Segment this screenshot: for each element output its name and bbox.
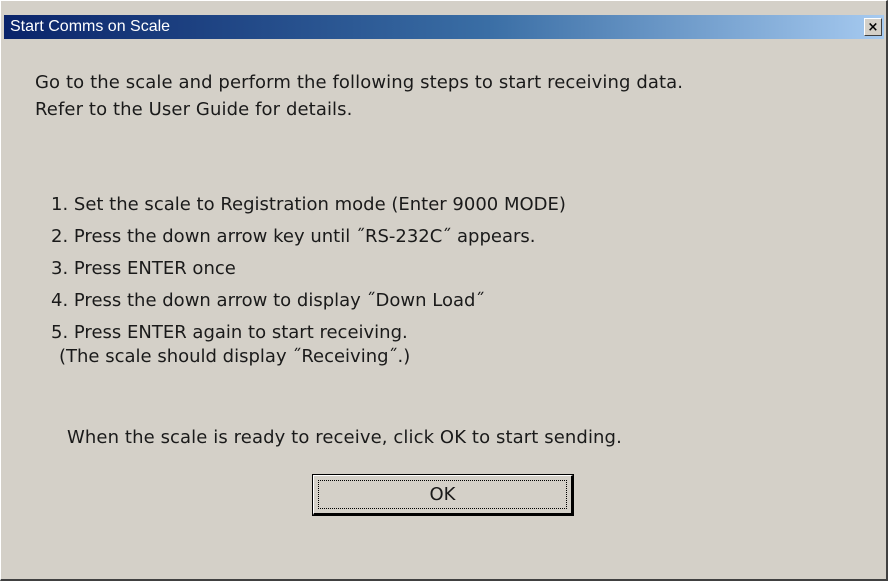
step-2: 2. Press the down arrow key until ˝RS-23…: [51, 226, 536, 247]
ok-button[interactable]: OK: [312, 474, 574, 516]
step-1: 1. Set the scale to Registration mode (E…: [51, 194, 566, 215]
window-title: Start Comms on Scale: [10, 18, 171, 35]
ok-focus-rect: OK: [318, 480, 567, 509]
steps-list: 1. Set the scale to Registration mode (E…: [51, 193, 566, 375]
step-5-text: 5. Press ENTER again to start receiving.: [51, 322, 408, 343]
title-bar[interactable]: Start Comms on Scale ×: [4, 15, 884, 39]
ok-label: OK: [429, 484, 456, 505]
step-3: 3. Press ENTER once: [51, 258, 236, 279]
close-button[interactable]: ×: [864, 18, 882, 36]
ready-instruction: When the scale is ready to receive, clic…: [67, 427, 622, 448]
dialog-window: Start Comms on Scale × Go to the scale a…: [0, 0, 888, 581]
intro-line-1: Go to the scale and perform the followin…: [35, 72, 684, 93]
step-5: 5. Press ENTER again to start receiving.…: [51, 321, 566, 375]
close-icon: ×: [867, 19, 879, 35]
step-4: 4. Press the down arrow to display ˝Down…: [51, 290, 485, 311]
intro-line-2: Refer to the User Guide for details.: [35, 99, 353, 120]
intro-text: Go to the scale and perform the followin…: [35, 69, 855, 123]
step-5-note: (The scale should display ˝Receiving˝.): [59, 346, 411, 367]
